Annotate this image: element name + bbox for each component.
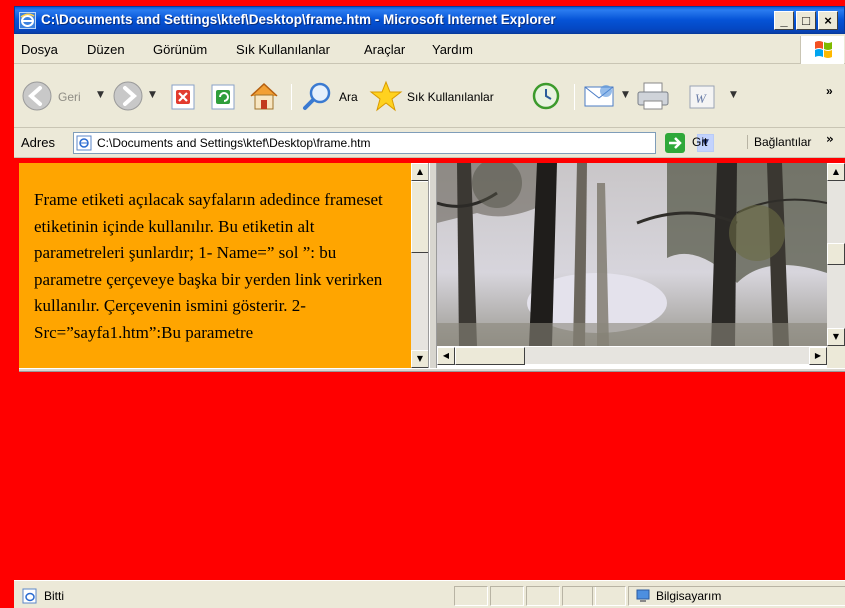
window-title: C:\Documents and Settings\ktef\Desktop\f… — [41, 12, 556, 27]
scroll-thumb[interactable] — [827, 243, 845, 265]
right-frame-vertical-scrollbar[interactable]: ▲ ▼ — [827, 163, 845, 346]
mail-icon[interactable] — [582, 79, 618, 113]
vertical-frame-splitter[interactable] — [429, 163, 437, 368]
right-frame: ▲ ▼ ◀ ▶ — [437, 163, 845, 368]
scroll-down-arrow-icon[interactable]: ▼ — [411, 350, 428, 368]
word-edit-icon[interactable]: W — [685, 79, 719, 113]
status-bar: Bitti Bilgisayarım — [14, 580, 845, 608]
scroll-thumb[interactable] — [455, 347, 525, 365]
left-frame-vertical-scrollbar[interactable]: ▲ ▼ — [411, 163, 428, 368]
toolbar-more-chevron[interactable]: » — [826, 84, 833, 98]
go-button-label: Git — [692, 135, 708, 149]
stop-icon[interactable] — [167, 79, 199, 113]
forward-arrow-icon[interactable] — [111, 79, 145, 113]
mail-dropdown-icon[interactable]: ▼ — [622, 90, 629, 100]
links-button[interactable]: Bağlantılar — [747, 135, 811, 149]
ie-logo-icon — [19, 12, 36, 29]
back-button-label[interactable]: Geri — [58, 90, 81, 104]
minimize-button[interactable]: _ — [774, 11, 794, 30]
close-button[interactable]: × — [818, 11, 838, 30]
go-button[interactable]: Git — [665, 133, 735, 153]
scroll-up-arrow-icon[interactable]: ▲ — [827, 163, 845, 181]
status-text: Bitti — [44, 589, 65, 603]
favorites-button-label[interactable]: Sık Kullanılanlar — [407, 90, 494, 104]
scroll-down-arrow-icon[interactable]: ▼ — [827, 328, 845, 346]
refresh-icon[interactable] — [207, 79, 239, 113]
address-input[interactable]: C:\Documents and Settings\ktef\Desktop\f… — [73, 132, 714, 154]
home-icon[interactable] — [247, 79, 281, 113]
address-label: Adres — [21, 135, 55, 150]
history-icon[interactable] — [529, 79, 563, 113]
edit-dropdown-icon[interactable]: ▼ — [730, 90, 737, 100]
forward-dropdown-icon[interactable]: ▼ — [149, 90, 156, 100]
status-pane — [592, 586, 626, 606]
ie-page-icon — [76, 135, 92, 151]
forest-photo — [437, 163, 827, 346]
status-pane — [562, 586, 596, 606]
search-magnifier-icon[interactable] — [301, 79, 335, 113]
left-frame: Frame etiketi açılacak sayfaların adedin… — [19, 163, 429, 368]
address-bar: Adres C:\Documents and Settings\ktef\Des… — [14, 128, 845, 158]
menu-bar: Dosya Düzen Görünüm Sık Kullanılanlar Ar… — [14, 34, 845, 64]
standard-toolbar: Geri ▼ ▼ Ara Sık Kullanılanlar ▼ W ▼ » — [14, 64, 845, 128]
menu-gorunum[interactable]: Görünüm — [153, 42, 207, 57]
menu-dosya[interactable]: Dosya — [21, 42, 58, 57]
menu-sik-kullanilanlar[interactable]: Sık Kullanılanlar — [236, 42, 330, 57]
security-zone-pane: Bilgisayarım — [628, 586, 845, 606]
windows-logo-icon — [800, 36, 844, 64]
menu-duzen[interactable]: Düzen — [87, 42, 125, 57]
left-frame-text: Frame etiketi açılacak sayfaların adedin… — [34, 190, 383, 342]
page-content: Frame etiketi açılacak sayfaların adedin… — [14, 158, 845, 580]
browser-window: C:\Documents and Settings\ktef\Desktop\f… — [14, 6, 845, 608]
horizontal-frame-splitter[interactable] — [19, 368, 845, 372]
right-frame-horizontal-scrollbar[interactable]: ◀ ▶ — [437, 346, 827, 365]
status-pane — [526, 586, 560, 606]
address-value[interactable]: C:\Documents and Settings\ktef\Desktop\f… — [97, 136, 370, 150]
scroll-thumb[interactable] — [411, 181, 428, 253]
maximize-button[interactable]: □ — [796, 11, 816, 30]
back-dropdown-icon[interactable]: ▼ — [97, 90, 104, 100]
my-computer-icon — [636, 589, 650, 602]
page-done-icon — [22, 588, 37, 604]
favorites-star-icon[interactable] — [369, 79, 403, 113]
go-arrow-icon — [665, 133, 685, 153]
back-arrow-icon[interactable] — [20, 79, 54, 113]
status-pane — [454, 586, 488, 606]
print-icon[interactable] — [635, 79, 671, 113]
search-button-label[interactable]: Ara — [339, 90, 358, 104]
scroll-left-arrow-icon[interactable]: ◀ — [437, 347, 455, 365]
security-zone-label: Bilgisayarım — [656, 589, 722, 603]
scroll-right-arrow-icon[interactable]: ▶ — [809, 347, 827, 365]
links-more-chevron[interactable]: » — [826, 132, 834, 146]
scrollbar-corner — [827, 346, 845, 368]
menu-araclar[interactable]: Araçlar — [364, 42, 405, 57]
svg-text:W: W — [695, 91, 707, 106]
scroll-up-arrow-icon[interactable]: ▲ — [411, 163, 428, 181]
title-bar[interactable]: C:\Documents and Settings\ktef\Desktop\f… — [14, 6, 845, 34]
status-pane — [490, 586, 524, 606]
menu-yardim[interactable]: Yardım — [432, 42, 473, 57]
